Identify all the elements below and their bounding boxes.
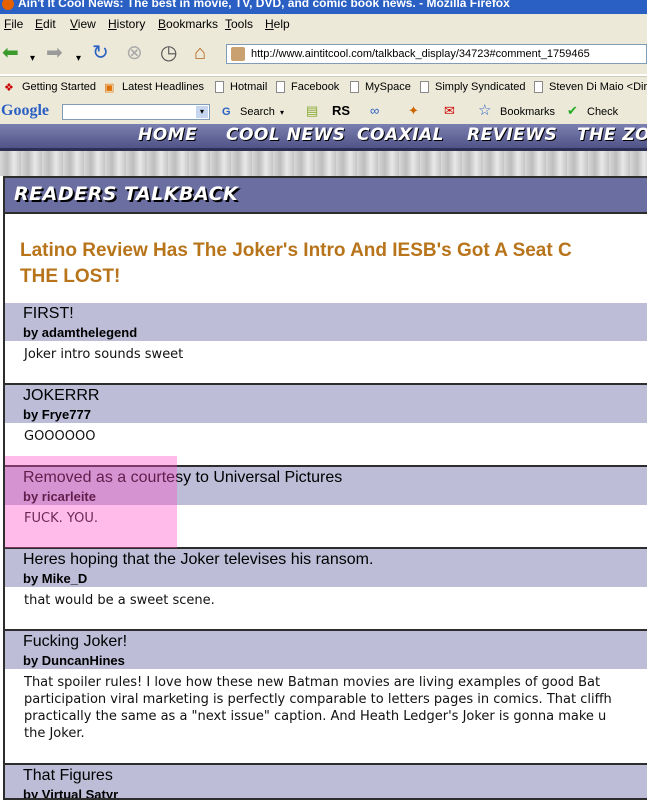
back-dropdown-icon[interactable]: ▾ <box>30 48 35 70</box>
chevron-down-icon[interactable]: ▾ <box>196 106 208 118</box>
news-icon[interactable]: ▤ <box>306 103 318 119</box>
forward-dropdown-icon[interactable]: ▾ <box>76 48 81 70</box>
selection-highlight <box>5 456 177 548</box>
window-titlebar: Ain't It Cool News: The best in movie, T… <box>0 0 647 14</box>
google-g-icon: G <box>222 106 231 118</box>
google-search-button[interactable]: Search <box>240 106 275 118</box>
page-icon <box>534 81 543 93</box>
comment: Fucking Joker! by DuncanHines That spoil… <box>5 631 647 763</box>
comment-header: FIRST! by adamthelegend <box>5 303 647 341</box>
comment-title[interactable]: That Figures <box>23 767 113 785</box>
puzzle-icon[interactable]: ✦ <box>408 103 419 119</box>
star-icon[interactable]: ☆ <box>478 101 491 119</box>
getting-started-icon: ❖ <box>4 82 14 94</box>
comment-body: That spoiler rules! I love how these new… <box>5 669 647 763</box>
bookmark-myspace[interactable]: MySpace <box>365 81 411 93</box>
page-icon <box>276 81 285 93</box>
spell-check-icon: ✔ <box>567 103 578 118</box>
menu-bar: File Edit View History Bookmarks Tools H… <box>0 14 647 34</box>
forward-icon[interactable]: ➡ <box>46 42 63 64</box>
gmail-icon[interactable]: ✉ <box>444 103 455 119</box>
comment-author[interactable]: by Mike_D <box>23 571 87 586</box>
comment: That Figures by Virtual Satyr <box>5 765 647 798</box>
bookmark-simply-syndicated[interactable]: Simply Syndicated <box>435 81 526 93</box>
comment-body: Joker intro sounds sweet <box>5 341 647 383</box>
nav-coaxial[interactable]: COAXIAL <box>357 125 444 145</box>
comment: Heres hoping that the Joker televises hi… <box>5 549 647 629</box>
comment-text: Joker intro sounds sweet <box>24 347 184 362</box>
google-logo[interactable]: Google <box>1 102 49 120</box>
page-icon <box>420 81 429 93</box>
menu-view[interactable]: View <box>70 17 96 31</box>
menu-history[interactable]: History <box>108 17 145 31</box>
comment-title[interactable]: JOKERRR <box>23 387 99 405</box>
menu-bookmarks[interactable]: Bookmarks <box>158 17 218 31</box>
bookmark-facebook[interactable]: Facebook <box>291 81 339 93</box>
comment-text: the Joker. <box>24 726 85 741</box>
nav-cool-news[interactable]: COOL NEWS <box>226 125 345 145</box>
comment-title[interactable]: FIRST! <box>23 305 74 323</box>
comment-title[interactable]: Fucking Joker! <box>23 633 127 651</box>
comment-header: JOKERRR by Frye777 <box>5 385 647 423</box>
comment-text: practically the same as a "next issue" c… <box>24 709 607 724</box>
google-toolbar: Google ▾ G Search ▾ ▤ RS ∞ ✦ ✉ ☆ Bookmar… <box>0 99 647 125</box>
article-title-line: Latino Review Has The Joker's Intro And … <box>20 240 572 261</box>
spell-check-button[interactable]: Check <box>587 106 618 118</box>
menu-edit[interactable]: Edit <box>35 17 56 31</box>
url-text: http://www.aintitcool.com/talkback_displ… <box>251 48 590 60</box>
bookmark-getting-started[interactable]: Getting Started <box>22 81 96 93</box>
link-icon[interactable]: ∞ <box>370 103 379 118</box>
page-icon <box>350 81 359 93</box>
menu-tools[interactable]: Tools <box>225 17 253 31</box>
nav-the-zone[interactable]: THE ZONE <box>577 125 647 145</box>
comment-text: that would be a sweet scene. <box>24 593 215 608</box>
chevron-down-icon[interactable]: ▾ <box>280 108 284 117</box>
comment-header: That Figures by Virtual Satyr <box>5 765 647 798</box>
comment-body: that would be a sweet scene. <box>5 587 647 629</box>
decorative-banner <box>0 151 647 176</box>
bookmark-latest-headlines[interactable]: Latest Headlines <box>122 81 204 93</box>
comment-author[interactable]: by adamthelegend <box>23 325 137 340</box>
bookmark-hotmail[interactable]: Hotmail <box>230 81 267 93</box>
article-title[interactable]: Latino Review Has The Joker's Intro And … <box>20 238 647 290</box>
reload-icon[interactable]: ↻ <box>92 42 109 64</box>
rss-feed-icon: ▣ <box>104 82 115 94</box>
comment-text: That spoiler rules! I love how these new… <box>24 675 601 690</box>
comment-header: Fucking Joker! by DuncanHines <box>5 631 647 669</box>
google-bookmarks-button[interactable]: Bookmarks <box>500 106 555 118</box>
talkback-heading: READERS TALKBACK <box>14 183 239 205</box>
menu-file[interactable]: File <box>4 17 23 31</box>
comment-title[interactable]: Heres hoping that the Joker televises hi… <box>23 551 373 569</box>
back-icon[interactable]: ⬅ <box>2 42 19 64</box>
talkback-header: READERS TALKBACK <box>5 178 647 214</box>
comment-author[interactable]: by Virtual Satyr <box>23 787 118 798</box>
nav-reviews[interactable]: REVIEWS <box>467 125 557 145</box>
url-bar[interactable]: http://www.aintitcool.com/talkback_displ… <box>226 44 647 64</box>
site-nav-bar: HOME COOL NEWS COAXIAL REVIEWS THE ZONE <box>0 124 647 151</box>
comment-text: GOOOOOO <box>24 429 96 444</box>
comment: JOKERRR by Frye777 GOOOOOO <box>5 385 647 465</box>
google-search-input[interactable]: ▾ <box>62 104 210 120</box>
article-title-line: THE LOST! <box>20 266 121 287</box>
bookmarks-toolbar: ❖ Getting Started ▣ Latest Headlines Hot… <box>0 76 647 99</box>
comment: FIRST! by adamthelegend Joker intro soun… <box>5 303 647 383</box>
comment-text: participation viral marketing is perfect… <box>24 692 612 707</box>
history-clock-icon[interactable]: ◷ <box>160 42 177 64</box>
stop-icon[interactable]: ⊗ <box>126 42 143 64</box>
menu-help[interactable]: Help <box>265 17 290 31</box>
bookmark-steven-di-maio[interactable]: Steven Di Maio <Dirt <box>549 81 647 93</box>
comment-author[interactable]: by Frye777 <box>23 407 91 422</box>
firefox-icon <box>2 0 14 10</box>
comment-header: Heres hoping that the Joker televises hi… <box>5 549 647 587</box>
page-icon <box>215 81 224 93</box>
site-favicon-icon <box>231 47 245 61</box>
nav-home[interactable]: HOME <box>138 125 197 145</box>
comment-author[interactable]: by DuncanHines <box>23 653 125 668</box>
home-icon[interactable]: ⌂ <box>194 42 206 64</box>
window-title: Ain't It Cool News: The best in movie, T… <box>18 0 510 10</box>
rs-button[interactable]: RS <box>332 103 350 118</box>
